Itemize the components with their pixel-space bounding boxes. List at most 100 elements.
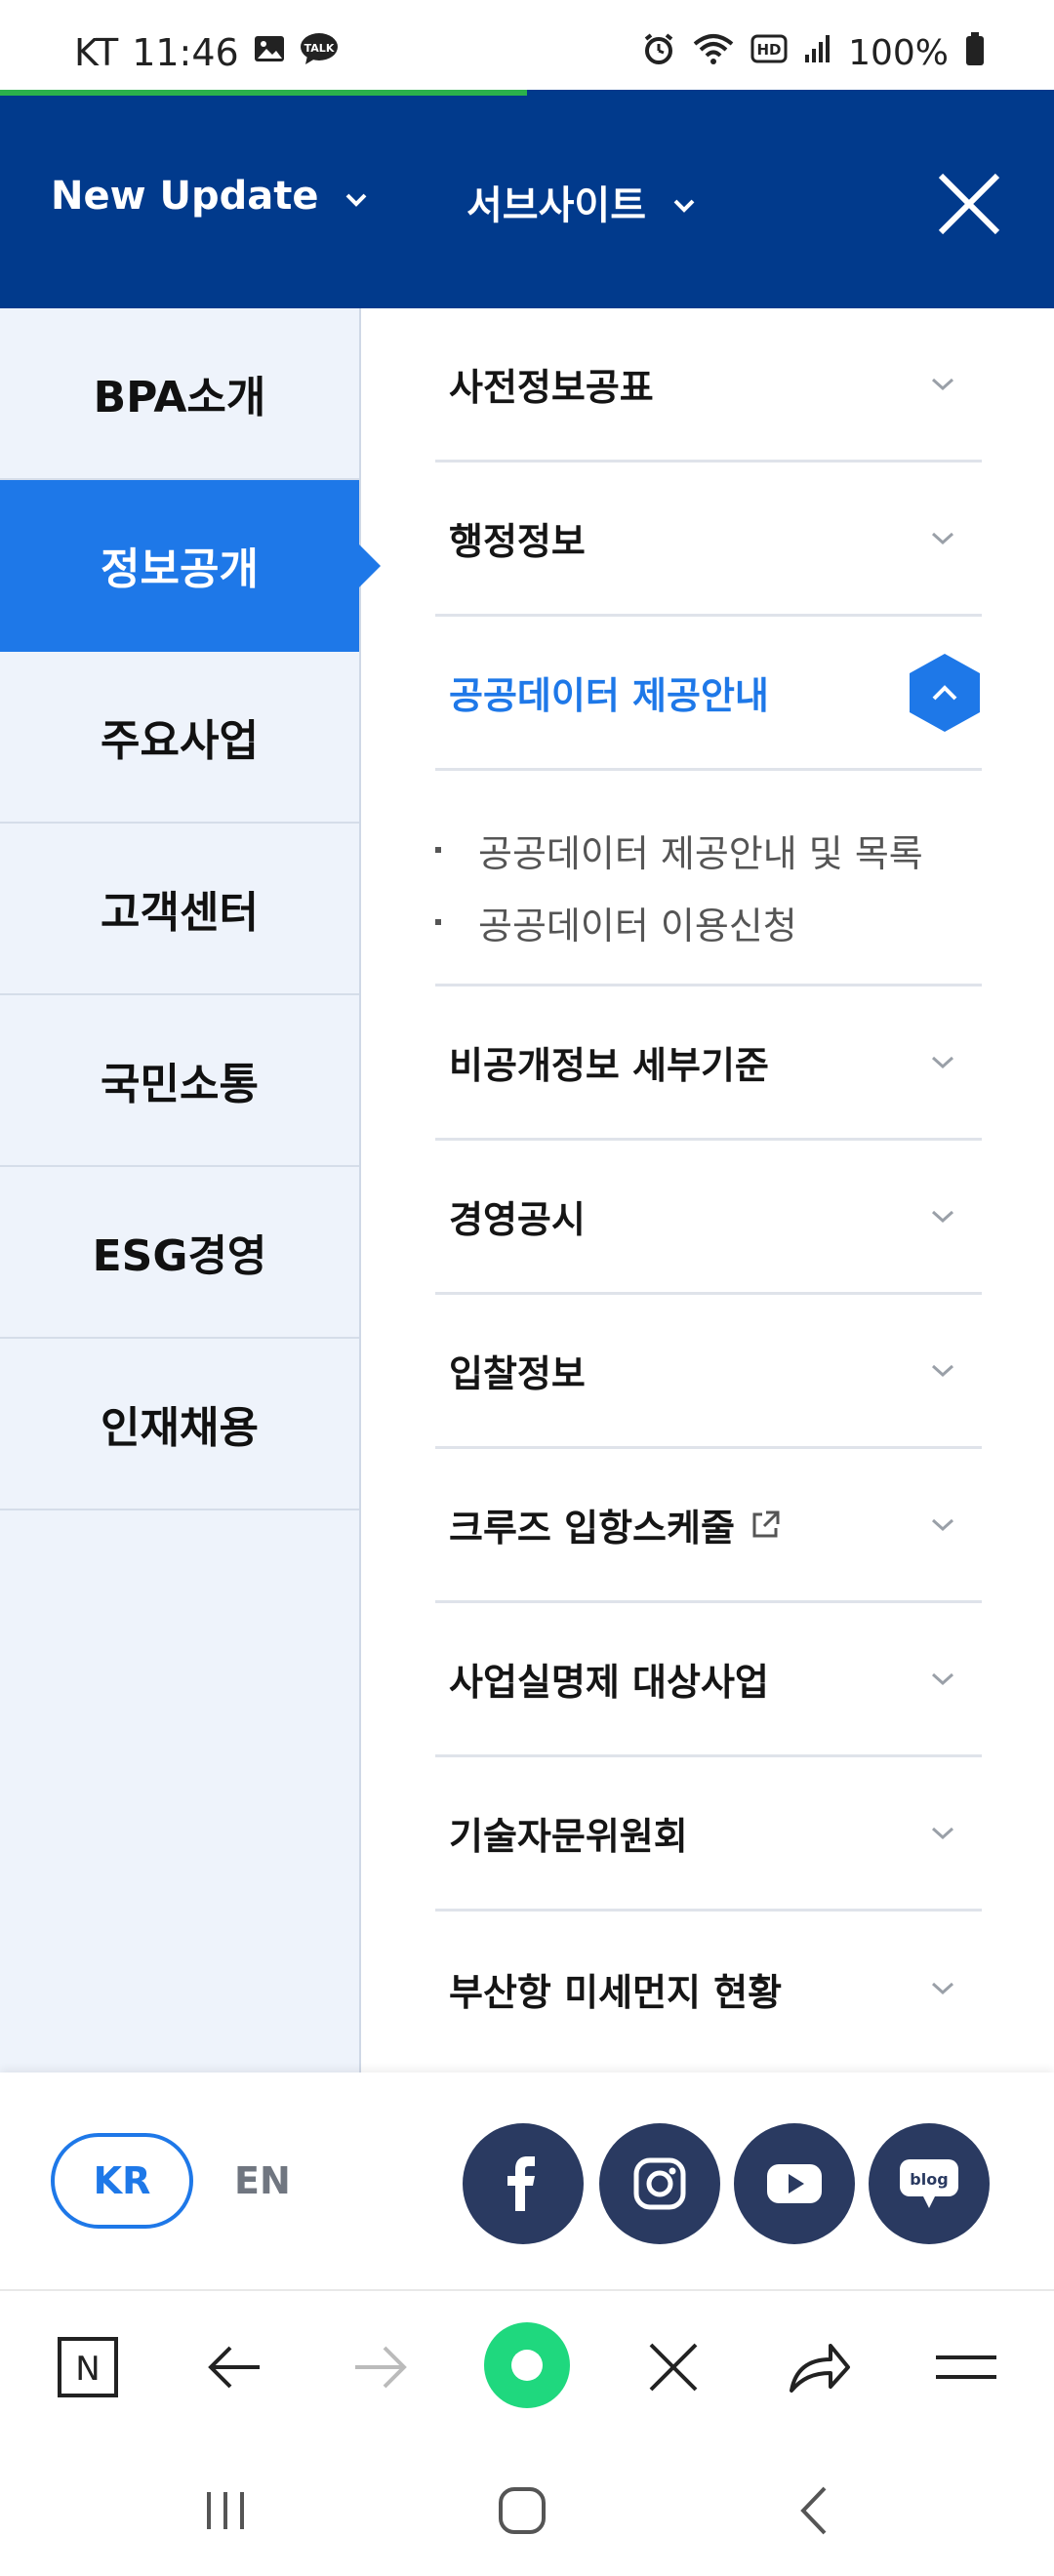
page-load-progress xyxy=(0,90,527,96)
facebook-button[interactable] xyxy=(463,2123,584,2244)
naver-home-button[interactable]: N xyxy=(49,2328,127,2406)
blog-icon: blog xyxy=(900,2159,958,2208)
nav-item-public-communication[interactable]: 국민소통 xyxy=(0,995,359,1167)
new-update-dropdown[interactable]: New Update xyxy=(51,174,369,219)
close-menu-button[interactable] xyxy=(935,170,1003,238)
submenu-item[interactable]: 크루즈 입항스케줄 xyxy=(435,1449,982,1603)
subsite-dropdown[interactable]: 서브사이트 xyxy=(466,174,697,230)
close-icon xyxy=(938,173,1000,235)
back-icon xyxy=(800,2486,827,2535)
nav-item-label: 정보공개 xyxy=(101,544,259,594)
share-button[interactable] xyxy=(781,2328,859,2406)
submenu-label: 행정정보 xyxy=(449,520,586,563)
chevron-down-icon xyxy=(931,378,954,390)
menu-footer: KR EN blog xyxy=(0,2073,1054,2289)
battery-icon xyxy=(964,31,986,75)
status-bar: KT 11:46 TALK HD 100% xyxy=(0,0,1054,90)
recents-button[interactable] xyxy=(191,2476,260,2545)
submenu-item[interactable]: 사전정보공표 xyxy=(435,308,982,463)
close-tab-icon xyxy=(649,2343,698,2392)
submenu-label: 크루즈 입항스케줄 xyxy=(449,1507,735,1550)
nav-item-label: BPA소개 xyxy=(93,373,266,423)
back-button[interactable] xyxy=(195,2328,273,2406)
chevron-down-icon xyxy=(931,1672,954,1685)
chevron-down-icon xyxy=(671,180,697,224)
chevron-up-icon[interactable] xyxy=(908,652,982,734)
svg-text:blog: blog xyxy=(910,2170,948,2189)
submenu-label: 기술자문위원회 xyxy=(449,1815,688,1858)
youtube-icon xyxy=(767,2164,822,2203)
menu-icon xyxy=(936,2355,996,2379)
submenu-item-expanded[interactable]: 공공데이터 제공안내 xyxy=(435,617,982,771)
sublist-label: 공공데이터 제공안내 및 목록 xyxy=(478,831,923,875)
chevron-down-icon xyxy=(931,532,954,544)
nav-item-info-disclosure[interactable]: 정보공개 xyxy=(0,480,381,652)
submenu-item[interactable]: 비공개정보 세부기준 xyxy=(435,984,982,1141)
sublist-item[interactable]: 공공데이터 제공안내 및 목록 xyxy=(435,814,982,886)
status-right: HD 100% xyxy=(641,31,986,75)
time-label: 11:46 xyxy=(132,31,239,74)
browser-toolbar: N xyxy=(0,2289,1054,2441)
naver-home-icon: N xyxy=(58,2337,118,2397)
submenu-item[interactable]: 행정정보 xyxy=(435,463,982,617)
category-nav: BPA소개 정보공개 주요사업 고객센터 국민소통 ESG경영 인재채용 xyxy=(0,308,381,2073)
system-navigation xyxy=(0,2441,1054,2576)
submenu-item[interactable]: 사업실명제 대상사업 xyxy=(435,1603,982,1757)
bullet-icon xyxy=(435,919,441,925)
back-nav-button[interactable] xyxy=(781,2476,849,2545)
menu-button[interactable] xyxy=(927,2328,1005,2406)
chevron-down-icon xyxy=(931,1518,954,1531)
green-dot-button[interactable] xyxy=(480,2318,574,2412)
new-update-label: New Update xyxy=(51,174,319,219)
sublist-label: 공공데이터 이용신청 xyxy=(478,904,797,947)
submenu-item[interactable]: 부산항 미세먼지 현황 xyxy=(435,1912,982,2066)
nav-item-esg[interactable]: ESG경영 xyxy=(0,1167,359,1339)
site-header: New Update 서브사이트 xyxy=(0,90,1054,308)
instagram-icon xyxy=(633,2157,686,2210)
submenu-label: 입찰정보 xyxy=(449,1352,586,1395)
chevron-down-icon xyxy=(344,174,369,219)
nav-item-label: 인재채용 xyxy=(101,1403,259,1453)
submenu-item[interactable]: 경영공시 xyxy=(435,1141,982,1295)
nav-item-recruitment[interactable]: 인재채용 xyxy=(0,1339,359,1510)
blog-button[interactable]: blog xyxy=(869,2123,990,2244)
lang-kr-button[interactable]: KR xyxy=(51,2133,193,2229)
nav-item-bpa-intro[interactable]: BPA소개 xyxy=(0,308,359,480)
wifi-icon xyxy=(692,32,735,74)
chevron-down-icon xyxy=(931,1056,954,1068)
sublist-item[interactable]: 공공데이터 이용신청 xyxy=(435,886,982,958)
subsite-label: 서브사이트 xyxy=(466,183,646,228)
external-link-icon xyxy=(752,1510,780,1537)
submenu-label: 공공데이터 제공안내 xyxy=(449,674,769,717)
submenu-item[interactable]: 입찰정보 xyxy=(435,1295,982,1449)
nav-item-label: 주요사업 xyxy=(101,716,259,766)
youtube-button[interactable] xyxy=(734,2123,855,2244)
nav-item-customer-center[interactable]: 고객센터 xyxy=(0,824,359,995)
nav-item-label: 고객센터 xyxy=(101,888,259,938)
recents-icon xyxy=(207,2492,244,2529)
chevron-down-icon xyxy=(931,1982,954,1995)
nav-item-main-business[interactable]: 주요사업 xyxy=(0,652,359,824)
home-button[interactable] xyxy=(488,2476,556,2545)
forward-button[interactable] xyxy=(342,2328,420,2406)
instagram-button[interactable] xyxy=(599,2123,720,2244)
chevron-down-icon xyxy=(931,1210,954,1223)
svg-text:HD: HD xyxy=(757,41,782,59)
signal-icon xyxy=(803,33,832,73)
submenu-label: 사전정보공표 xyxy=(449,366,654,409)
share-icon xyxy=(790,2344,850,2393)
bullet-icon xyxy=(435,847,441,853)
lang-en-button[interactable]: EN xyxy=(234,2133,291,2229)
submenu-label-wrap: 크루즈 입항스케줄 xyxy=(449,1498,782,1551)
carrier-label: KT xyxy=(74,31,119,74)
chevron-down-icon xyxy=(931,1364,954,1377)
expanded-sublist: 공공데이터 제공안내 및 목록 공공데이터 이용신청 xyxy=(435,771,982,984)
submenu-item[interactable]: 기술자문위원회 xyxy=(435,1757,982,1912)
submenu-label: 경영공시 xyxy=(449,1198,586,1241)
back-arrow-icon xyxy=(208,2346,260,2389)
close-tab-button[interactable] xyxy=(634,2328,712,2406)
alarm-icon xyxy=(641,31,676,75)
home-icon xyxy=(499,2487,546,2534)
svg-text:TALK: TALK xyxy=(304,42,334,55)
chevron-down-icon xyxy=(931,1827,954,1839)
